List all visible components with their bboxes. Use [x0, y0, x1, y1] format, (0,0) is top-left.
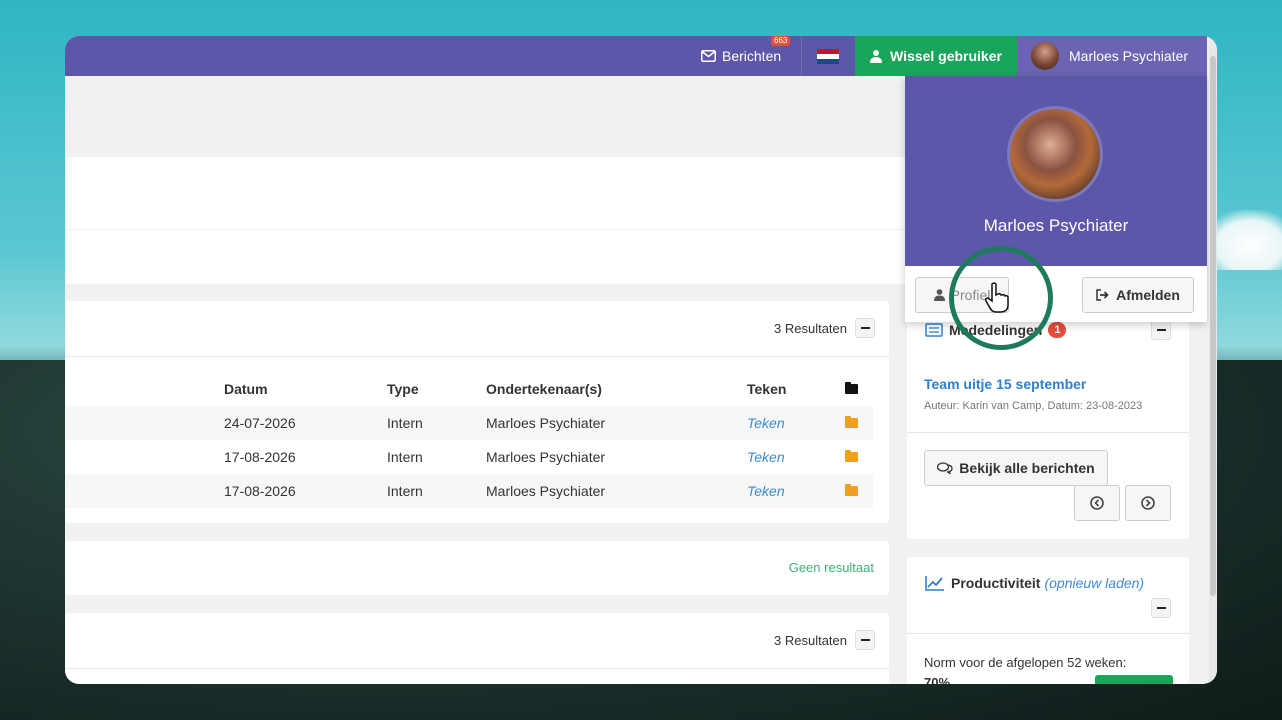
navbar-divider [801, 36, 802, 76]
switch-user-label: Wissel gebruiker [890, 48, 1002, 64]
scrollbar-thumb[interactable] [1210, 56, 1216, 596]
view-all-messages-label: Bekijk alle berichten [959, 460, 1095, 476]
norm-text: Norm voor de afgelopen 52 weken: [924, 655, 1127, 670]
messages-label: Berichten [722, 48, 782, 64]
hand-cursor-icon [985, 282, 1009, 313]
documents-panel: 3 Resultaten Datum Type Ondertekenaar(s)… [65, 301, 889, 523]
divider [907, 432, 1189, 433]
documents-table: Datum Type Ondertekenaar(s) Teken 24-07-… [65, 372, 873, 508]
arrow-left-circle-icon [1090, 496, 1104, 510]
envelope-icon [701, 50, 716, 62]
user-dropdown-header: Marloes Psychiater [905, 76, 1207, 266]
productivity-card: Productiviteit (opnieuw laden) Norm voor… [907, 557, 1189, 684]
page-subheader-strip [65, 230, 905, 284]
language-flag-nl[interactable] [817, 36, 839, 76]
sign-link[interactable]: Teken [747, 483, 785, 499]
newspaper-icon [925, 323, 943, 337]
third-panel-results-label: 3 Resultaten [774, 632, 847, 648]
announcements-card: Mededelingen 1 Team uitje 15 september A… [907, 318, 1189, 539]
row-date: 17-08-2026 [224, 449, 296, 465]
line-chart-icon [925, 576, 944, 591]
column-header-type: Type [387, 381, 419, 397]
view-all-messages-button[interactable]: Bekijk alle berichten [924, 450, 1108, 486]
arrow-right-circle-icon [1141, 496, 1155, 510]
page-header-strip [65, 157, 905, 229]
announcement-title[interactable]: Team uitje 15 september [924, 376, 1142, 392]
page-scrollbar[interactable] [1209, 36, 1217, 684]
switch-user-button[interactable]: Wissel gebruiker [855, 36, 1017, 76]
user-icon [933, 289, 945, 301]
row-type: Intern [387, 406, 486, 440]
netherlands-flag-icon [817, 48, 839, 64]
announcement-meta: Auteur: Karin van Camp, Datum: 23-08-202… [924, 400, 1143, 412]
user-dropdown-name: Marloes Psychiater [983, 216, 1129, 235]
divider [65, 668, 889, 669]
messages-badge: 663 [771, 36, 791, 46]
row-signer: Marloes Psychiater [486, 406, 747, 440]
norm-value: 70% [924, 675, 951, 684]
column-header-date: Datum [224, 381, 268, 397]
row-signer: Marloes Psychiater [486, 449, 606, 465]
user-secret-icon [870, 50, 883, 63]
messages-link[interactable]: Berichten 663 [701, 36, 801, 76]
row-signer: Marloes Psychiater [486, 474, 747, 508]
column-header-signers: Ondertekenaar(s) [486, 381, 602, 397]
sign-out-icon [1096, 289, 1109, 301]
row-date: 17-08-2026 [224, 474, 387, 508]
user-avatar-large [1007, 106, 1103, 202]
reload-link[interactable]: (opnieuw laden) [1044, 575, 1144, 591]
logout-label: Afmelden [1116, 287, 1180, 303]
folder-icon [845, 382, 858, 394]
collapse-button[interactable] [1151, 320, 1171, 340]
logout-button[interactable]: Afmelden [1082, 277, 1194, 313]
top-navbar: Berichten 663 Wissel gebruiker Marloes P… [65, 36, 1207, 76]
row-date: 24-07-2026 [224, 406, 387, 440]
divider [65, 356, 889, 357]
table-header-row: Datum Type Ondertekenaar(s) Teken [65, 372, 873, 406]
table-row: 24-07-2026 Intern Marloes Psychiater Tek… [65, 406, 873, 440]
announcements-count-badge: 1 [1048, 322, 1067, 338]
productivity-header: Productiviteit (opnieuw laden) [925, 575, 1144, 591]
user-menu-toggle[interactable]: Marloes Psychiater [1017, 36, 1207, 76]
app-window: Berichten 663 Wissel gebruiker Marloes P… [65, 36, 1217, 684]
table-row: 17-08-2026 Intern Marloes Psychiater Tek… [65, 474, 873, 508]
third-panel: 3 Resultaten [65, 613, 889, 684]
folder-icon[interactable] [845, 416, 858, 428]
announcement-item[interactable]: Team uitje 15 september Auteur: Karin va… [924, 376, 1142, 412]
row-type: Intern [387, 449, 423, 465]
status-badge [1095, 675, 1173, 684]
documents-results-label: 3 Resultaten [774, 320, 847, 336]
sign-link[interactable]: Teken [747, 449, 785, 465]
third-panel-results: 3 Resultaten [774, 630, 875, 650]
collapse-button[interactable] [855, 630, 875, 650]
next-button[interactable] [1125, 485, 1171, 521]
collapse-button[interactable] [855, 318, 875, 338]
documents-results: 3 Resultaten [774, 318, 875, 338]
divider [907, 633, 1189, 634]
no-results-label: Geen resultaat [788, 560, 874, 575]
productivity-title: Productiviteit [951, 575, 1041, 591]
user-name: Marloes Psychiater [1069, 48, 1189, 64]
comments-icon [937, 462, 953, 474]
sign-link[interactable]: Teken [747, 415, 785, 431]
folder-icon[interactable] [845, 450, 858, 462]
table-row: 17-08-2026 Intern Marloes Psychiater Tek… [65, 440, 873, 474]
folder-icon[interactable] [845, 484, 858, 496]
collapse-button[interactable] [1151, 598, 1171, 618]
user-avatar [1031, 42, 1059, 70]
empty-results-panel: Geen resultaat [65, 541, 889, 595]
row-type: Intern [387, 474, 486, 508]
column-header-folder [845, 372, 873, 406]
column-header-sign: Teken [747, 381, 787, 397]
previous-button[interactable] [1074, 485, 1120, 521]
